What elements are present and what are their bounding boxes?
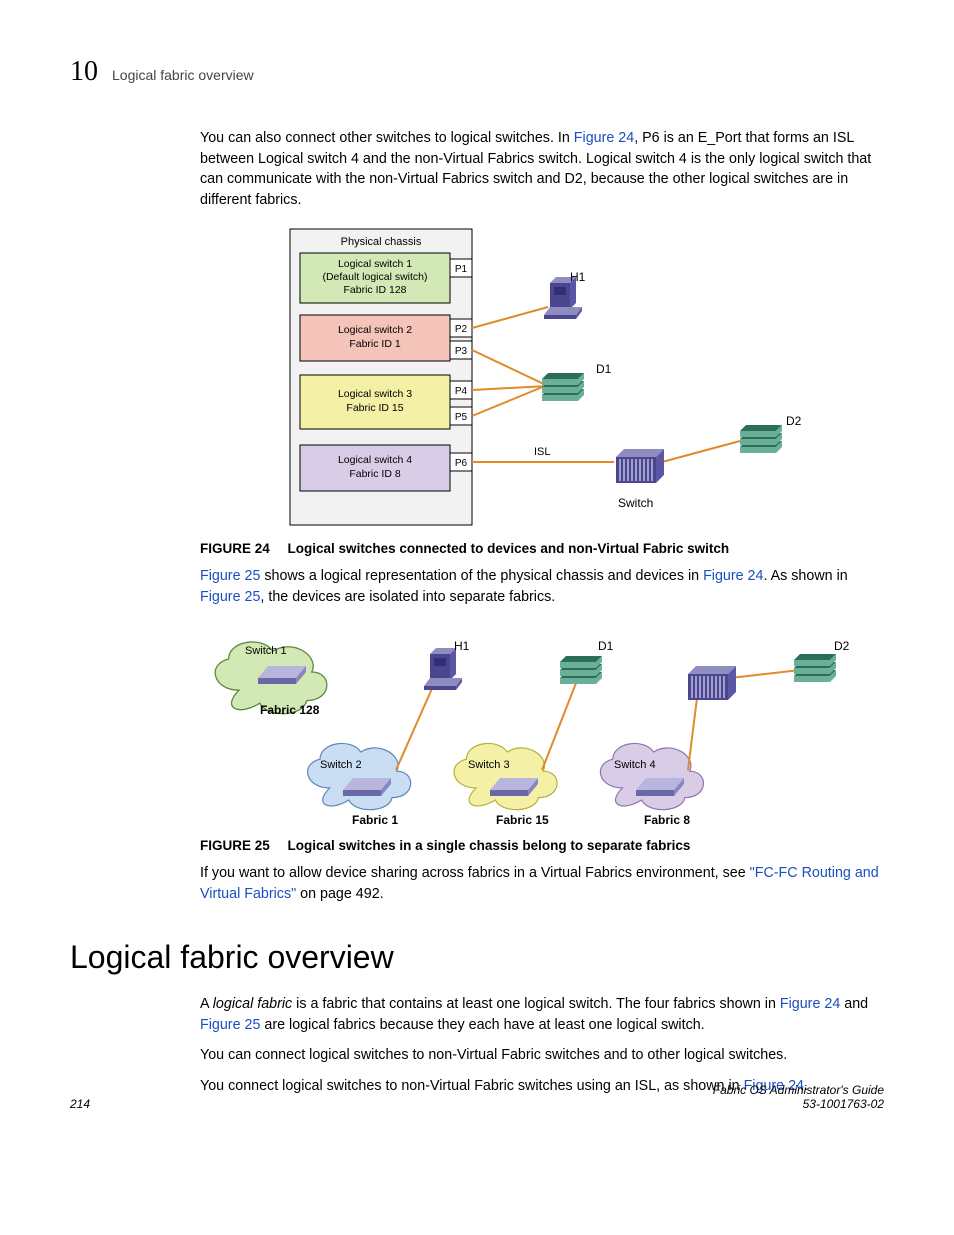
svg-text:Fabric 15: Fabric 15	[496, 813, 549, 827]
svg-text:Fabric 128: Fabric 128	[260, 703, 320, 717]
link-figure-25[interactable]: Figure 25	[200, 568, 260, 584]
switch-icon	[616, 449, 664, 483]
svg-text:Fabric 1: Fabric 1	[352, 813, 398, 827]
svg-text:P2: P2	[455, 324, 468, 335]
disk-icon	[794, 654, 836, 682]
figure-25-caption: FIGURE 25 Logical switches in a single c…	[200, 836, 884, 856]
header-title: Logical fabric overview	[112, 67, 254, 83]
svg-text:P4: P4	[455, 386, 468, 397]
figure-24: Physical chassis Logical switch 1 (Defau…	[200, 223, 884, 559]
svg-text:Fabric ID 128: Fabric ID 128	[343, 284, 406, 296]
svg-text:D1: D1	[598, 639, 614, 653]
footer-docnum: 53-1001763-02	[803, 1097, 884, 1111]
svg-text:Logical switch 1: Logical switch 1	[338, 258, 412, 270]
link-figure-24c[interactable]: Figure 24	[780, 996, 840, 1012]
figure-25-svg: Switch 1 Fabric 128 Switch 2 H1 Fabric 1…	[200, 620, 860, 830]
svg-text:Switch 3: Switch 3	[468, 759, 510, 771]
link-figure-24b[interactable]: Figure 24	[703, 568, 763, 584]
paragraph-4: A logical fabric is a fabric that contai…	[200, 994, 884, 1035]
page-header: 10 Logical fabric overview	[70, 56, 884, 88]
svg-text:(Default logical switch): (Default logical switch)	[322, 271, 427, 283]
disk-icon	[542, 373, 584, 401]
section-heading: Logical fabric overview	[70, 939, 884, 976]
svg-text:Switch: Switch	[618, 496, 653, 510]
link-figure-24[interactable]: Figure 24	[574, 130, 634, 146]
paragraph-3: If you want to allow device sharing acro…	[200, 863, 884, 904]
svg-text:H1: H1	[454, 639, 470, 653]
chapter-number: 10	[70, 56, 98, 88]
svg-text:Fabric ID 1: Fabric ID 1	[349, 338, 401, 350]
paragraph-2: Figure 25 shows a logical representation…	[200, 566, 884, 607]
disk-icon	[740, 425, 782, 453]
svg-text:Logical switch 3: Logical switch 3	[338, 388, 412, 400]
chassis-title: Physical chassis	[341, 236, 422, 248]
page-number: 214	[70, 1097, 90, 1111]
figure-24-svg: Physical chassis Logical switch 1 (Defau…	[200, 223, 840, 533]
svg-text:Logical switch 2: Logical switch 2	[338, 324, 412, 336]
figure-25: Switch 1 Fabric 128 Switch 2 H1 Fabric 1…	[200, 620, 884, 856]
figure-24-caption: FIGURE 24 Logical switches connected to …	[200, 539, 884, 559]
svg-text:Switch 2: Switch 2	[320, 759, 362, 771]
svg-text:Logical switch 4: Logical switch 4	[338, 454, 412, 466]
svg-text:P3: P3	[455, 346, 468, 357]
intro-paragraph: You can also connect other switches to l…	[200, 128, 884, 211]
svg-text:D2: D2	[834, 639, 850, 653]
svg-text:Switch 4: Switch 4	[614, 759, 656, 771]
link-figure-25c[interactable]: Figure 25	[200, 1017, 260, 1033]
svg-text:ISL: ISL	[534, 446, 551, 458]
svg-text:D1: D1	[596, 362, 612, 376]
link-figure-25b[interactable]: Figure 25	[200, 589, 260, 605]
svg-text:P5: P5	[455, 412, 468, 423]
svg-text:Switch 1: Switch 1	[245, 645, 287, 657]
switch-icon	[688, 666, 736, 700]
host-icon	[424, 648, 462, 690]
paragraph-5: You can connect logical switches to non-…	[200, 1045, 884, 1066]
page-footer: 214 Fabric OS Administrator's Guide 53-1…	[70, 1083, 884, 1111]
svg-text:D2: D2	[786, 414, 802, 428]
svg-text:Fabric ID 15: Fabric ID 15	[346, 402, 403, 414]
svg-text:H1: H1	[570, 270, 586, 284]
footer-book: Fabric OS Administrator's Guide	[713, 1083, 884, 1097]
svg-text:Fabric 8: Fabric 8	[644, 813, 690, 827]
svg-text:Fabric ID 8: Fabric ID 8	[349, 468, 401, 480]
svg-text:P1: P1	[455, 264, 468, 275]
svg-text:P6: P6	[455, 458, 468, 469]
disk-icon	[560, 656, 602, 684]
